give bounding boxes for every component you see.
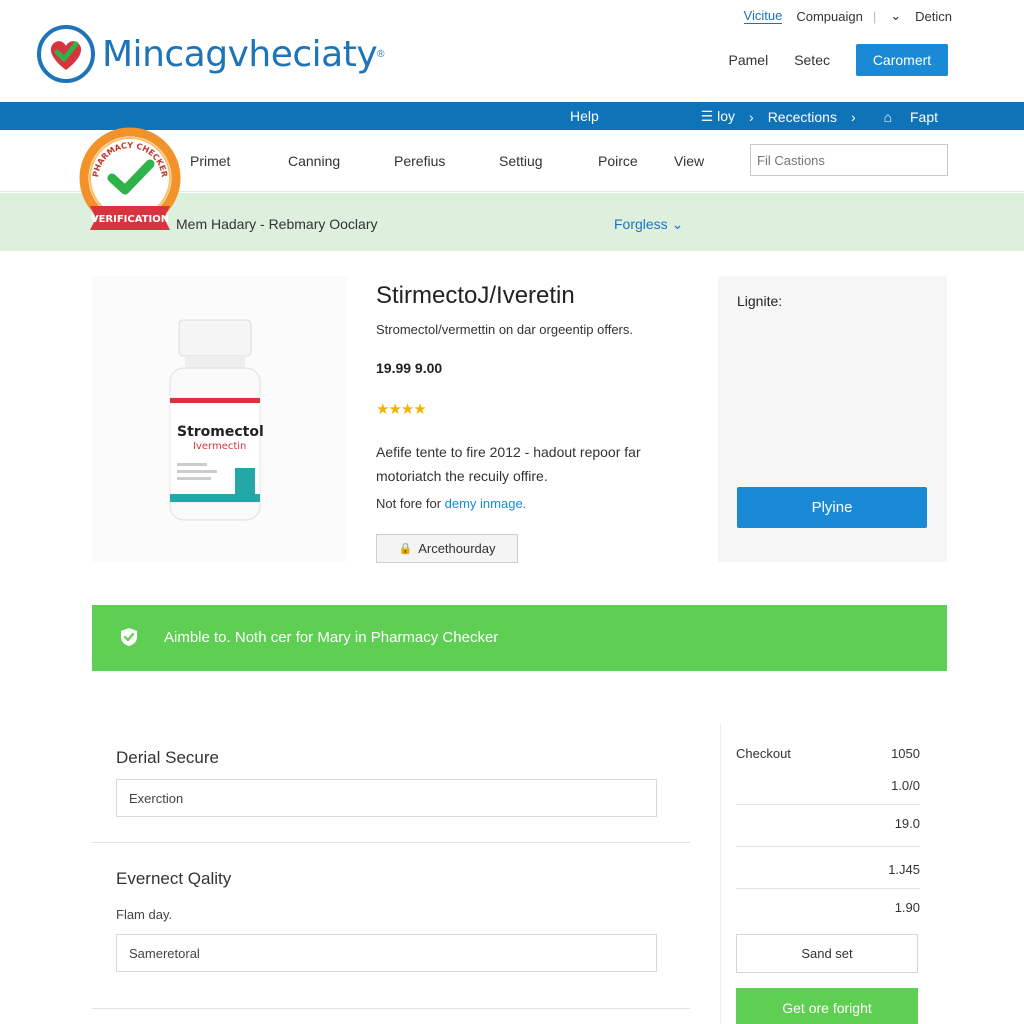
buy-button[interactable]: Plyine — [737, 487, 927, 528]
verification-text: Aimble to. Noth cer for Mary in Pharmacy… — [164, 629, 499, 646]
chevron-right-icon: › — [749, 108, 754, 125]
section-divider — [92, 842, 690, 843]
verification-banner: Aimble to. Noth cer for Mary in Pharmacy… — [92, 605, 947, 671]
purchase-panel-label: Lignite: — [737, 293, 783, 309]
shield-check-icon — [121, 628, 137, 646]
exerction-field[interactable] — [116, 779, 657, 817]
receptions-link[interactable]: Recections — [768, 109, 837, 125]
section-title-secure: Derial Secure — [116, 748, 219, 767]
product-note: Not fore for demy inmage. — [376, 496, 526, 511]
header-link-pamel[interactable]: Pamel — [729, 52, 769, 68]
checkout-divider — [736, 888, 920, 889]
chevron-down-icon: ⌄ — [671, 216, 684, 232]
get-button[interactable]: Get ore foright — [736, 988, 918, 1024]
nav-item-primet[interactable]: Primet — [190, 153, 230, 169]
heart-check-logo-icon — [37, 25, 95, 83]
section-divider — [92, 1008, 690, 1009]
brand-name: Mincagvheciaty — [102, 33, 378, 75]
badge-ribbon-text: VERIFICATION — [91, 214, 169, 225]
product-title: StirmectoJ/Iveretin — [376, 282, 575, 309]
header-link-setec[interactable]: Setec — [794, 52, 830, 68]
product-bottle-image[interactable]: Stromectol Ivermectin — [165, 318, 265, 522]
home-icon: ⌂ — [883, 108, 893, 125]
top-link-separator: | — [872, 8, 877, 24]
product-note-prefix: Not fore for — [376, 496, 445, 511]
nav-item-poirce[interactable]: Poirce — [598, 153, 638, 169]
top-link-vicitue[interactable]: Vicitue — [743, 8, 783, 24]
breadcrumb[interactable]: Mem Hadary - Rebmary Ooclary — [176, 216, 378, 232]
purchase-panel: Lignite: Plyine — [718, 276, 947, 562]
send-button[interactable]: Sand set — [736, 934, 918, 973]
lock-icon: 🔒 — [398, 543, 413, 555]
menu-link[interactable]: ☰ loy — [701, 108, 735, 125]
site-header: Mincagvheciaty ® Vicitue Compuaign | ⌄ D… — [0, 0, 1024, 102]
attach-button[interactable]: 🔒 Arcethourday — [376, 534, 518, 563]
checkout-value: 19.0 — [894, 816, 920, 831]
trademark-mark: ® — [377, 48, 385, 60]
checkout-row: Checkout 1050 — [736, 746, 920, 761]
search-input[interactable] — [750, 144, 948, 176]
checkout-divider — [736, 804, 920, 805]
header-actions: Pamel Setec Caromert — [729, 44, 948, 76]
nav-item-perefius[interactable]: Perefius — [394, 153, 445, 169]
filter-dropdown[interactable]: Forgless ⌄ — [614, 216, 683, 233]
sameretoral-field[interactable] — [116, 934, 657, 972]
checkout-divider — [736, 846, 920, 847]
utility-bar-links: ☰ loy › Recections › ⌂ Fapt — [687, 108, 938, 125]
bottle-brand: Stromectol — [177, 424, 264, 440]
checkout-value: 1050 — [891, 746, 920, 761]
verification-badge: PHARMACY CHECKER VERIFICATION — [79, 127, 181, 230]
header-primary-button[interactable]: Caromert — [856, 44, 948, 76]
checkout-value: 1.90 — [894, 900, 920, 915]
nav-item-settiug[interactable]: Settiug — [499, 153, 543, 169]
product-price: 19.99 9.00 — [376, 360, 443, 376]
rating-stars: ★★★★ — [376, 401, 427, 418]
product-description: Aefife tente to fire 2012 - hadout repoo… — [376, 444, 641, 484]
flam-day-label: Flam day. — [116, 907, 173, 922]
help-link[interactable]: Help — [570, 108, 599, 124]
section-title-quality: Evernect Qality — [116, 869, 232, 888]
checkout-value: 1.J45 — [888, 862, 920, 877]
product-note-link[interactable]: demy inmage. — [445, 496, 527, 511]
chevron-down-icon[interactable]: ⌄ — [890, 8, 901, 24]
product-subtitle: Stromectol/vermettin on dar orgeentip of… — [376, 322, 633, 337]
top-link-compuaign[interactable]: Compuaign — [796, 9, 863, 24]
filter-label: Forgless — [614, 216, 668, 232]
top-links: Vicitue Compuaign | ⌄ Deticn — [730, 8, 952, 24]
site-logo[interactable]: Mincagvheciaty ® — [36, 24, 385, 84]
report-link[interactable]: ⌂ Fapt — [870, 109, 938, 125]
chevron-right-icon: › — [850, 108, 856, 125]
nav-item-canning[interactable]: Canning — [288, 153, 340, 169]
checkout-label: Checkout — [736, 746, 791, 761]
checkout-value: 1.0/0 — [891, 778, 920, 793]
attach-button-label: Arcethourday — [418, 541, 496, 556]
nav-item-view[interactable]: View — [674, 153, 704, 169]
top-link-deticn[interactable]: Deticn — [915, 9, 952, 24]
report-link-label: Fapt — [909, 108, 938, 125]
bottle-sub: Ivermectin — [193, 441, 246, 452]
